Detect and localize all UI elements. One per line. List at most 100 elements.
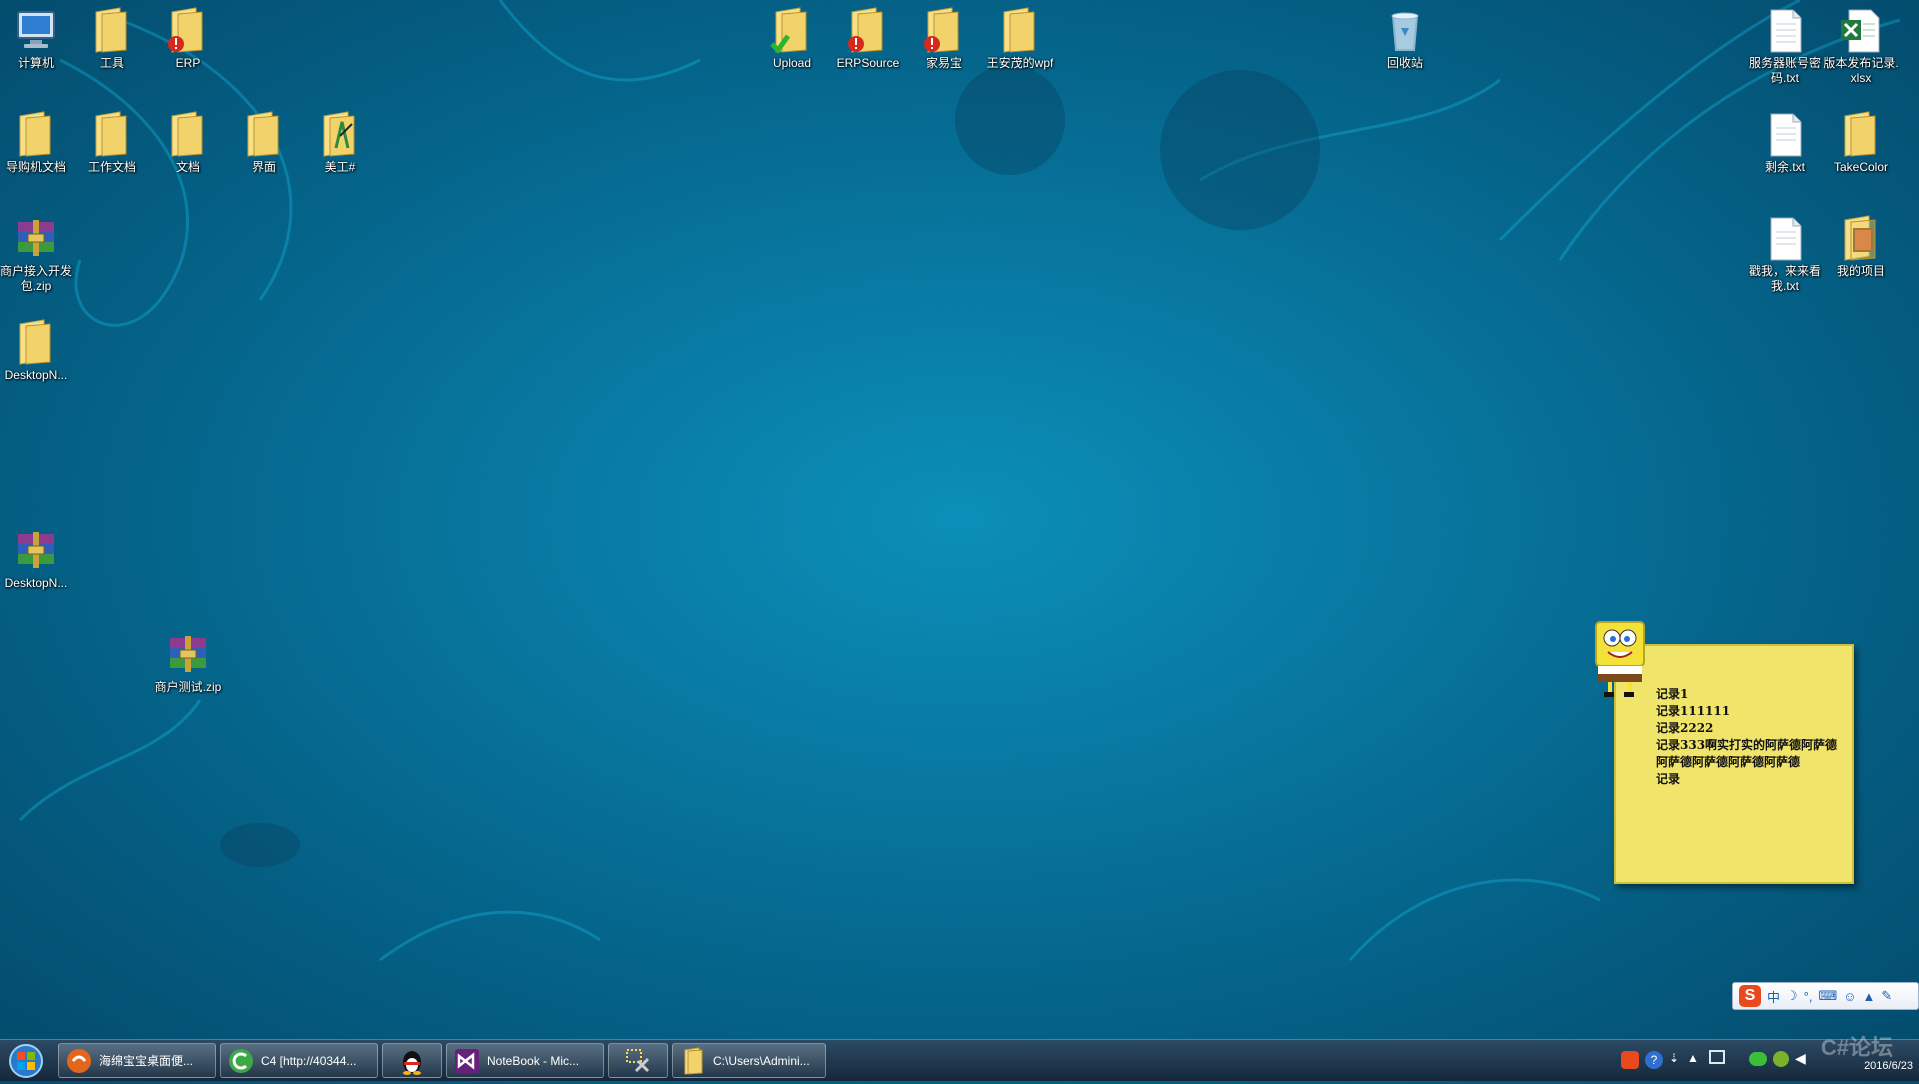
note-line: 记录1 — [1656, 687, 1689, 701]
folder-icon — [164, 110, 212, 158]
text-file-icon — [1761, 6, 1809, 54]
icon-label: 商户接入开发包.zip — [0, 264, 72, 293]
task-visual-studio[interactable]: NoteBook - Mic... — [446, 1043, 604, 1078]
action-center-icon[interactable] — [1709, 1050, 1725, 1064]
keyboard-icon[interactable]: ⌨ — [1818, 988, 1837, 1004]
icon-desktopn-folder[interactable]: DesktopN... — [0, 318, 74, 383]
task-tool[interactable] — [608, 1043, 668, 1078]
icon-label: 导购机文档 — [5, 160, 66, 174]
icon-art[interactable]: 美工# — [302, 110, 378, 175]
icon-work-docs[interactable]: 工作文档 — [74, 110, 150, 175]
tools-icon — [624, 1047, 652, 1075]
note-text[interactable]: 记录1 记录111111 记录2222 记录333啊实打实的阿萨德阿萨德阿萨德阿… — [1656, 686, 1842, 788]
icon-label: 服务器账号密码.txt — [1748, 56, 1821, 85]
icon-wangmao-wpf[interactable]: 王安茂的wpf — [982, 6, 1058, 71]
icon-computer[interactable]: 计算机 — [0, 6, 74, 71]
visual-studio-icon — [453, 1047, 481, 1075]
icon-label: 计算机 — [17, 56, 54, 70]
folder-icon — [12, 318, 60, 366]
folder-error-icon — [920, 6, 968, 54]
folder-media-icon — [1837, 214, 1885, 262]
task-explorer[interactable]: C:\Users\Admini... — [672, 1043, 826, 1078]
help-icon[interactable]: ? — [1645, 1051, 1663, 1069]
sogou-logo[interactable]: S — [1739, 985, 1761, 1007]
folder-icon — [88, 110, 136, 158]
icon-label: 界面 — [251, 160, 276, 174]
icon-label: 剩余.txt — [1764, 160, 1805, 174]
icon-label: 工作文档 — [87, 160, 136, 174]
task-label: C4 [http://40344... — [261, 1053, 357, 1068]
icon-ui[interactable]: 界面 — [226, 110, 302, 175]
taskbar: 海绵宝宝桌面便... C4 [http://40344... NoteBook … — [0, 1039, 1919, 1081]
task-qq[interactable] — [382, 1043, 442, 1078]
icon-desktopn-archive[interactable]: DesktopN... — [0, 526, 74, 591]
punct-icon[interactable]: °, — [1804, 989, 1813, 1004]
icon-label: 文档 — [175, 160, 200, 174]
archive-icon — [12, 526, 60, 574]
network-status-icon[interactable]: ⇣ — [1669, 1051, 1679, 1065]
icon-server-accounts[interactable]: 服务器账号密码.txt — [1747, 6, 1823, 86]
ime-toolbar[interactable]: S 中 ☽ °, ⌨ ☺ ▲ ✎ — [1732, 982, 1919, 1010]
icon-takecolor[interactable]: TakeColor — [1823, 110, 1899, 175]
icon-label: 戳我，来来看我.txt — [1748, 264, 1821, 293]
volume-icon[interactable]: ◀ — [1795, 1050, 1806, 1067]
icon-my-project[interactable]: 我的项目 — [1823, 214, 1899, 279]
qq-penguin-icon — [398, 1047, 426, 1075]
icon-upload[interactable]: Upload — [754, 6, 830, 71]
icon-label: TakeColor — [1833, 160, 1889, 174]
folder-error-icon — [164, 6, 212, 54]
icon-merchant-test[interactable]: 商户测试.zip — [150, 630, 226, 695]
spongebob-icon[interactable] — [1590, 618, 1652, 698]
folder-icon — [679, 1046, 707, 1075]
windows-start-icon[interactable] — [4, 1042, 48, 1079]
icon-click-me[interactable]: 戳我，来来看我.txt — [1747, 214, 1823, 294]
c4-icon — [227, 1047, 255, 1075]
icon-merchant-sdk[interactable]: 商户接入开发包.zip — [0, 214, 74, 294]
user-icon[interactable]: ☺ — [1843, 989, 1856, 1004]
icon-label: 美工# — [324, 160, 356, 174]
icon-label: 家易宝 — [925, 56, 962, 70]
folder-icon — [1837, 110, 1885, 158]
wrench-icon[interactable]: ✎ — [1881, 988, 1892, 1004]
icon-guide-docs[interactable]: 导购机文档 — [0, 110, 74, 175]
task-sponge-notes[interactable]: 海绵宝宝桌面便... — [58, 1043, 216, 1078]
icon-label: Upload — [772, 56, 812, 70]
spongebob-app-icon — [65, 1047, 93, 1075]
note-line: 记录111111 — [1656, 704, 1731, 718]
folder-check-icon — [768, 6, 816, 54]
icon-tools[interactable]: 工具 — [74, 6, 150, 71]
icon-label: 回收站 — [1386, 56, 1423, 70]
task-c4[interactable]: C4 [http://40344... — [220, 1043, 378, 1078]
sogou-tray-icon[interactable] — [1621, 1051, 1639, 1069]
icon-jiayibao[interactable]: 家易宝 — [906, 6, 982, 71]
recycle-bin-icon — [1381, 6, 1429, 54]
task-label: C:\Users\Admini... — [713, 1053, 810, 1068]
icon-erpsource[interactable]: ERPSource — [830, 6, 906, 71]
note-line: 记录2222 — [1656, 721, 1714, 735]
note-line: 记录 — [1656, 772, 1681, 786]
security-icon[interactable] — [1773, 1051, 1789, 1067]
forum-watermark: C#论坛 — [1820, 1035, 1893, 1060]
icon-label: 王安茂的wpf — [986, 56, 1054, 70]
text-file-icon — [1761, 110, 1809, 158]
archive-icon — [164, 630, 212, 678]
icon-label: 我的项目 — [1836, 264, 1885, 278]
icon-release-log[interactable]: 版本发布记录.xlsx — [1823, 6, 1899, 86]
shirt-icon[interactable]: ▲ — [1863, 989, 1876, 1004]
moon-icon[interactable]: ☽ — [1786, 988, 1798, 1004]
icon-remaining[interactable]: 剩余.txt — [1747, 110, 1823, 175]
excel-file-icon — [1837, 6, 1885, 54]
icon-label: 版本发布记录.xlsx — [1823, 56, 1899, 85]
task-label: NoteBook - Mic... — [487, 1053, 580, 1068]
ime-mode-toggle[interactable]: 中 — [1767, 987, 1780, 1006]
icon-label: 商户测试.zip — [154, 680, 222, 694]
computer-icon — [12, 6, 60, 54]
text-file-icon — [1761, 214, 1809, 262]
icon-erp[interactable]: ERP — [150, 6, 226, 71]
folder-icon — [996, 6, 1044, 54]
icon-docs[interactable]: 文档 — [150, 110, 226, 175]
show-hidden-icons-icon[interactable]: ▲ — [1687, 1051, 1699, 1065]
icon-recycle-bin[interactable]: 回收站 — [1367, 6, 1443, 71]
icon-label: DesktopN... — [4, 368, 68, 382]
wechat-icon[interactable] — [1749, 1052, 1767, 1066]
